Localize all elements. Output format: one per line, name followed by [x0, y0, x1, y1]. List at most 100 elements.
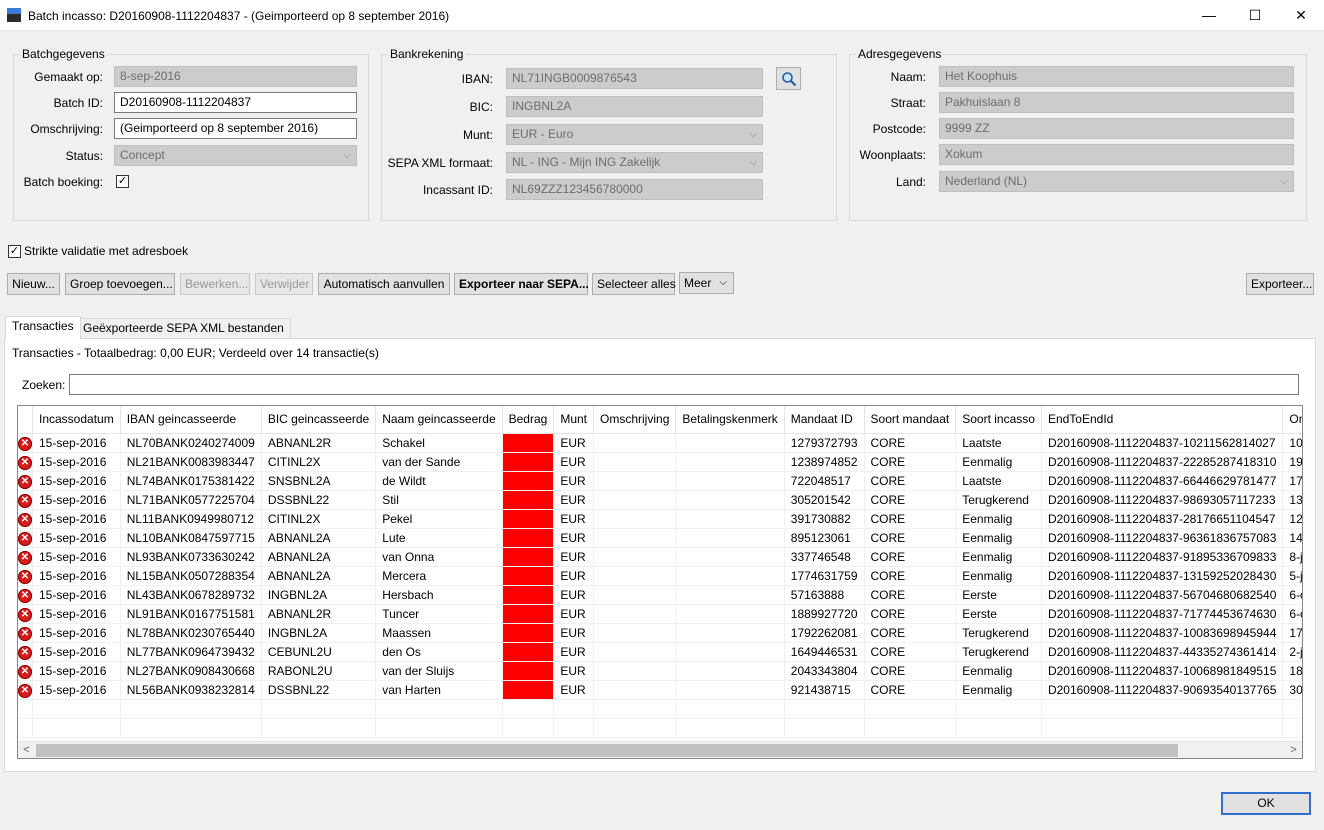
land-value: Nederland (NL): [945, 174, 1028, 188]
status-select[interactable]: Concept ⌵: [114, 145, 357, 166]
gemaakt-field[interactable]: 8-sep-2016: [114, 66, 357, 87]
column-header[interactable]: Soort mandaat: [864, 406, 957, 434]
minimize-button[interactable]: —: [1186, 0, 1232, 31]
column-header[interactable]: Omschrijving: [593, 406, 677, 434]
table-row[interactable]: ✕ 15-sep-2016 NL78BANK0230765440 INGBNL2A Ma…: [18, 623, 1302, 643]
table-cell: NL27BANK0908430668: [120, 661, 262, 681]
status-cell: ✕: [18, 471, 33, 491]
table-cell: D20160908-1112204837-98693057117233: [1041, 490, 1284, 510]
incassant-field[interactable]: NL69ZZZ123456780000: [506, 179, 763, 200]
status-cell: ✕: [18, 623, 33, 643]
omschrijving-field[interactable]: (Geimporteerd op 8 september 2016): [114, 118, 357, 139]
naam-field[interactable]: Het Koophuis: [939, 66, 1294, 87]
delete-button[interactable]: Verwijder: [255, 273, 313, 295]
table-cell: Eerste: [955, 585, 1042, 605]
column-header[interactable]: Munt: [553, 406, 595, 434]
table-cell: 1889927720: [784, 604, 865, 624]
column-header[interactable]: Onder: [1282, 406, 1302, 434]
add-group-button[interactable]: Groep toevoegen...: [65, 273, 175, 295]
table-cell: EUR: [553, 680, 595, 700]
scrollbar-thumb[interactable]: [36, 744, 1178, 757]
horizontal-scrollbar[interactable]: < >: [18, 741, 1302, 758]
table-cell: Terugkerend: [955, 623, 1042, 643]
land-select[interactable]: Nederland (NL) ⌵: [939, 171, 1294, 192]
postcode-field[interactable]: 9999 ZZ: [939, 118, 1294, 139]
export-sepa-button[interactable]: Exporteer naar SEPA...: [454, 273, 589, 295]
munt-label: Munt:: [462, 128, 493, 142]
auto-fill-button[interactable]: Automatisch aanvullen: [318, 273, 450, 295]
edit-button[interactable]: Bewerken...: [180, 273, 250, 295]
column-header[interactable]: Naam geincasseerde: [375, 406, 503, 434]
table-row[interactable]: ✕ 15-sep-2016 NL10BANK0847597715 ABNANL2A Lu…: [18, 528, 1302, 548]
table-row[interactable]: ✕ 15-sep-2016 NL77BANK0964739432 CEBUNL2U de…: [18, 642, 1302, 662]
close-button[interactable]: ✕: [1278, 0, 1324, 31]
export-button[interactable]: Exporteer...: [1246, 273, 1314, 295]
chevron-down-icon: ⌵: [719, 277, 727, 288]
woonplaats-field[interactable]: Xokum: [939, 144, 1294, 165]
table-row[interactable]: ✕ 15-sep-2016 NL27BANK0908430668 RABONL2U va…: [18, 661, 1302, 681]
column-header[interactable]: Betalingskenmerk: [675, 406, 785, 434]
column-header[interactable]: Mandaat ID: [784, 406, 865, 434]
table-cell: D20160908-1112204837-28176651104547: [1041, 509, 1284, 529]
new-button[interactable]: Nieuw...: [7, 273, 60, 295]
column-header[interactable]: IBAN geincasseerde: [120, 406, 262, 434]
table-cell: 18-jul-: [1282, 661, 1302, 681]
scroll-left-arrow[interactable]: <: [18, 742, 35, 758]
table-row[interactable]: ✕ 15-sep-2016 NL11BANK0949980712 CITINL2X Pe…: [18, 509, 1302, 529]
table-cell: 15-sep-2016: [32, 680, 121, 700]
iban-lookup-button[interactable]: [776, 67, 801, 90]
table-row[interactable]: ✕ 15-sep-2016 NL91BANK0167751581 ABNANL2R Tu…: [18, 604, 1302, 624]
table-cell: EUR: [553, 623, 595, 643]
strict-validation-checkbox[interactable]: ✓: [8, 245, 21, 258]
table-cell: DSSBNL22: [261, 490, 377, 510]
table-cell: NL78BANK0230765440: [120, 623, 262, 643]
table-cell: [675, 566, 785, 586]
sepa-format-select[interactable]: NL - ING - Mijn ING Zakelijk ⌵: [506, 152, 763, 173]
iban-field[interactable]: NL71INGB0009876543: [506, 68, 763, 89]
search-input[interactable]: [69, 374, 1299, 395]
table-row[interactable]: ✕ 15-sep-2016 NL15BANK0507288354 ABNANL2A Me…: [18, 566, 1302, 586]
more-button[interactable]: Meer ⌵: [679, 272, 734, 294]
table-cell: Laatste: [955, 433, 1042, 453]
table-row[interactable]: ✕ 15-sep-2016 NL43BANK0678289732 INGBNL2A He…: [18, 585, 1302, 605]
empty-cell: [864, 699, 957, 719]
table-cell: Eenmalig: [955, 509, 1042, 529]
bic-field[interactable]: INGBNL2A: [506, 96, 763, 117]
error-icon: ✕: [18, 550, 32, 565]
table-row[interactable]: ✕ 15-sep-2016 NL74BANK0175381422 SNSBNL2A de…: [18, 471, 1302, 491]
maximize-button[interactable]: ☐: [1232, 0, 1278, 31]
column-header[interactable]: Incassodatum: [32, 406, 121, 434]
column-header[interactable]: EndToEndId: [1041, 406, 1284, 434]
table-cell: D20160908-1112204837-90693540137765: [1041, 680, 1284, 700]
munt-select[interactable]: EUR - Euro ⌵: [506, 124, 763, 145]
table-cell: [675, 547, 785, 567]
error-icon: ✕: [18, 588, 32, 603]
error-icon: ✕: [18, 626, 32, 641]
table-row[interactable]: ✕ 15-sep-2016 NL70BANK0240274009 ABNANL2R Sc…: [18, 433, 1302, 453]
table-cell: CORE: [864, 642, 957, 662]
table-cell: [593, 604, 677, 624]
table-cell: van Onna: [375, 547, 503, 567]
straat-field[interactable]: Pakhuislaan 8: [939, 92, 1294, 113]
more-label: Meer: [684, 276, 712, 290]
column-header[interactable]: [18, 406, 33, 434]
table-cell: 337746548: [784, 547, 865, 567]
column-header[interactable]: Soort incasso: [955, 406, 1042, 434]
table-cell: Eenmalig: [955, 566, 1042, 586]
table-cell: van der Sande: [375, 452, 503, 472]
select-all-button[interactable]: Selecteer alles: [592, 273, 676, 295]
tab-sepa-bestanden[interactable]: Geëxporteerde SEPA XML bestanden: [76, 318, 291, 339]
table-row[interactable]: ✕ 15-sep-2016 NL21BANK0083983447 CITINL2X va…: [18, 452, 1302, 472]
table-cell: 15-sep-2016: [32, 623, 121, 643]
table-row[interactable]: ✕ 15-sep-2016 NL56BANK0938232814 DSSBNL22 va…: [18, 680, 1302, 700]
column-header[interactable]: BIC geincasseerde: [261, 406, 377, 434]
column-header[interactable]: Bedrag: [502, 406, 555, 434]
batchid-field[interactable]: D20160908-1112204837: [114, 92, 357, 113]
scroll-right-arrow[interactable]: >: [1285, 742, 1302, 758]
tab-transacties[interactable]: Transacties: [5, 316, 81, 339]
table-row[interactable]: ✕ 15-sep-2016 NL93BANK0733630242 ABNANL2A va…: [18, 547, 1302, 567]
table-cell: 722048517: [784, 471, 865, 491]
table-row[interactable]: ✕ 15-sep-2016 NL71BANK0577225704 DSSBNL22 St…: [18, 490, 1302, 510]
ok-button[interactable]: OK: [1221, 792, 1311, 815]
batch-boeking-checkbox[interactable]: ✓: [116, 175, 129, 188]
